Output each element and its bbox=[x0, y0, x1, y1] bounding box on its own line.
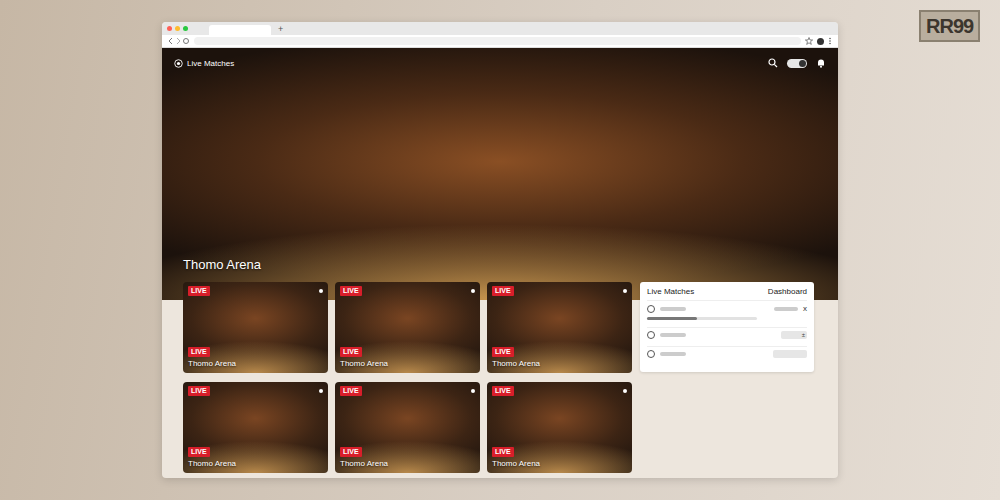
star-icon[interactable] bbox=[805, 37, 813, 45]
app-icon bbox=[174, 59, 183, 68]
row-box[interactable] bbox=[773, 350, 807, 358]
row-placeholder-right bbox=[774, 307, 798, 311]
row-placeholder bbox=[660, 307, 686, 311]
live-tag: LIVE bbox=[340, 347, 362, 357]
row-icon bbox=[647, 350, 655, 358]
tab-bar: + bbox=[162, 22, 838, 35]
browser-window: + Live Matches Thomo Arena LIVE LIVE Thomo Ar… bbox=[162, 22, 838, 478]
match-name: Thomo Arena bbox=[492, 359, 540, 368]
card-dot bbox=[319, 289, 323, 293]
live-badge: LIVE bbox=[492, 286, 514, 296]
card-bottom: LIVE Thomo Arena bbox=[492, 347, 627, 368]
match-card[interactable]: LIVE LIVE Thomo Arena bbox=[335, 282, 480, 373]
page: RR99 + Live Matches Thomo Arena LIVE LIVE Thom… bbox=[0, 0, 1000, 500]
profile-icon[interactable] bbox=[817, 38, 824, 45]
logo: RR99 bbox=[919, 10, 980, 42]
url-field[interactable] bbox=[194, 37, 801, 45]
maximize-dot-icon[interactable] bbox=[183, 26, 188, 31]
live-panel: Live Matches Dashboard x ± bbox=[640, 282, 814, 372]
app-title[interactable]: Live Matches bbox=[174, 59, 234, 68]
panel-row-line: ± bbox=[647, 331, 807, 339]
card-dot bbox=[623, 289, 627, 293]
match-name: Thomo Arena bbox=[188, 459, 236, 468]
close-dot-icon[interactable] bbox=[167, 26, 172, 31]
match-grid: LIVELIVEThomo ArenaLIVELIVEThomo ArenaLI… bbox=[183, 282, 632, 473]
match-card[interactable]: LIVE LIVE Thomo Arena bbox=[335, 382, 480, 473]
panel-row[interactable]: x bbox=[647, 300, 807, 323]
hero-caption: Thomo Arena bbox=[174, 257, 826, 272]
row-box[interactable]: ± bbox=[781, 331, 807, 339]
panel-header: Live Matches Dashboard bbox=[647, 287, 807, 296]
match-card[interactable]: LIVE LIVE Thomo Arena bbox=[183, 382, 328, 473]
match-card[interactable]: LIVE LIVE Thomo Arena bbox=[487, 382, 632, 473]
live-badge: LIVE bbox=[188, 286, 210, 296]
new-tab-button[interactable]: + bbox=[278, 24, 283, 34]
card-dot bbox=[471, 289, 475, 293]
card-top: LIVE bbox=[188, 386, 323, 396]
match-name: Thomo Arena bbox=[188, 359, 236, 368]
live-tag: LIVE bbox=[188, 347, 210, 357]
live-tag: LIVE bbox=[340, 447, 362, 457]
card-top: LIVE bbox=[492, 286, 627, 296]
progress-fill bbox=[647, 317, 697, 320]
content-area: LIVELIVEThomo ArenaLIVELIVEThomo ArenaLI… bbox=[162, 282, 838, 473]
panel-row-line bbox=[647, 350, 807, 358]
card-dot bbox=[319, 389, 323, 393]
card-dot bbox=[471, 389, 475, 393]
live-badge: LIVE bbox=[188, 386, 210, 396]
row-icon bbox=[647, 305, 655, 313]
card-bottom: LIVE Thomo Arena bbox=[340, 347, 475, 368]
search-icon[interactable] bbox=[768, 58, 778, 68]
panel-title: Live Matches bbox=[647, 287, 694, 296]
menu-icon[interactable] bbox=[828, 37, 832, 45]
panel-row[interactable]: ± bbox=[647, 327, 807, 342]
app-header: Live Matches bbox=[174, 58, 826, 68]
live-tag: LIVE bbox=[188, 447, 210, 457]
bell-icon[interactable] bbox=[816, 58, 826, 68]
toggle-knob bbox=[799, 60, 806, 67]
row-icon bbox=[647, 331, 655, 339]
card-bottom: LIVE Thomo Arena bbox=[188, 347, 323, 368]
live-badge: LIVE bbox=[492, 386, 514, 396]
browser-tab[interactable] bbox=[209, 25, 271, 35]
header-tools bbox=[768, 58, 826, 68]
toggle-switch[interactable] bbox=[787, 59, 807, 68]
progress-track bbox=[647, 317, 757, 320]
address-bar bbox=[162, 35, 838, 48]
row-placeholder bbox=[660, 333, 686, 337]
card-top: LIVE bbox=[340, 286, 475, 296]
live-tag: LIVE bbox=[492, 447, 514, 457]
minimize-dot-icon[interactable] bbox=[175, 26, 180, 31]
live-badge: LIVE bbox=[340, 286, 362, 296]
row-mark[interactable]: x bbox=[803, 304, 807, 313]
card-bottom: LIVE Thomo Arena bbox=[340, 447, 475, 468]
nav-arrows-icon[interactable] bbox=[168, 37, 190, 45]
live-badge: LIVE bbox=[340, 386, 362, 396]
panel-row-line: x bbox=[647, 304, 807, 313]
card-top: LIVE bbox=[492, 386, 627, 396]
match-card[interactable]: LIVE LIVE Thomo Arena bbox=[487, 282, 632, 373]
dashboard-link[interactable]: Dashboard bbox=[768, 287, 807, 296]
live-tag: LIVE bbox=[492, 347, 514, 357]
card-top: LIVE bbox=[188, 286, 323, 296]
row-placeholder bbox=[660, 352, 686, 356]
card-top: LIVE bbox=[340, 386, 475, 396]
match-name: Thomo Arena bbox=[492, 459, 540, 468]
card-bottom: LIVE Thomo Arena bbox=[492, 447, 627, 468]
card-dot bbox=[623, 389, 627, 393]
match-name: Thomo Arena bbox=[340, 459, 388, 468]
hero-banner: Live Matches Thomo Arena bbox=[162, 48, 838, 300]
card-bottom: LIVE Thomo Arena bbox=[188, 447, 323, 468]
panel-row[interactable] bbox=[647, 346, 807, 361]
match-card[interactable]: LIVE LIVE Thomo Arena bbox=[183, 282, 328, 373]
match-name: Thomo Arena bbox=[340, 359, 388, 368]
